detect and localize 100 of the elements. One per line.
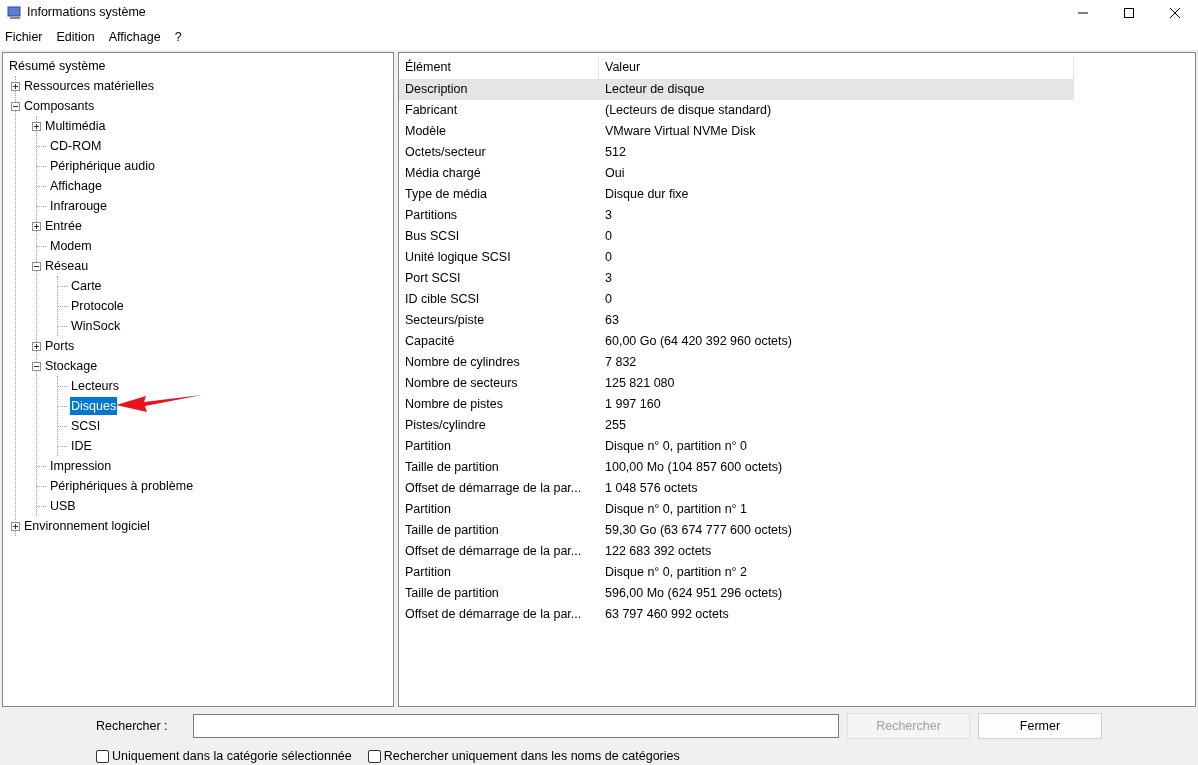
table-cell-text: Disque n° 0, partition n° 0 [604, 438, 749, 456]
table-cell-text: Port SCSI [404, 270, 462, 288]
tree-item[interactable]: Protocole [70, 296, 125, 316]
table-cell-text: 1 997 160 [604, 396, 662, 414]
table-row[interactable]: Type de média Disque dur fixe [399, 184, 1074, 205]
table-row[interactable]: Média chargé Oui [399, 163, 1074, 184]
table-cell-text: 7 832 [604, 354, 638, 372]
table-row[interactable]: Offset de démarrage de la par... 63 797 460 992 octets [399, 604, 1074, 625]
table-cell-text: 3 [604, 270, 613, 288]
table-cell-text: Unité logique SCSI [404, 249, 512, 267]
table-row[interactable]: Modèle VMware Virtual NVMe Disk [399, 121, 1074, 142]
tree-item[interactable]: USB [49, 496, 77, 516]
table-cell-text: 100,00 Mo (104 857 600 octets) [604, 459, 784, 477]
tree-item[interactable]: Infrarouge [49, 196, 108, 216]
maximize-icon[interactable] [1124, 7, 1134, 18]
expand-icon[interactable] [32, 341, 41, 351]
table-row[interactable]: Taille de partition 59,30 Go (63 674 777 600 octets) [399, 520, 1074, 541]
expand-icon[interactable] [11, 521, 20, 531]
table-row[interactable]: Taille de partition 596,00 Mo (624 951 296 octets) [399, 583, 1074, 604]
expand-icon[interactable] [11, 81, 20, 91]
table-row[interactable]: Octets/secteur 512 [399, 142, 1074, 163]
table-row[interactable]: Offset de démarrage de la par... 1 048 576 octets [399, 478, 1074, 499]
table-cell-text: 0 [604, 291, 613, 309]
table-cell-text: Lecteur de disque [604, 81, 706, 99]
table-cell-text: 63 [604, 312, 620, 330]
table-row[interactable]: Fabricant (Lecteurs de disque standard) [399, 100, 1074, 121]
tree-item[interactable]: Entrée [44, 216, 83, 236]
table-row[interactable]: ID cible SCSI 0 [399, 289, 1074, 310]
table-cell-text: Nombre de cylindres [404, 354, 521, 372]
checkbox[interactable] [96, 749, 109, 763]
close-icon[interactable] [1170, 7, 1180, 18]
table-cell-text: 60,00 Go (64 420 392 960 octets) [604, 333, 793, 351]
checkbox-label[interactable]: Uniquement dans la catégorie sélectionnée [112, 747, 352, 765]
close-button[interactable]: Fermer [978, 713, 1102, 739]
expand-icon[interactable] [32, 221, 41, 231]
table-row[interactable]: Offset de démarrage de la par... 122 683 392 octets [399, 541, 1074, 562]
search-field[interactable] [193, 714, 839, 738]
expand-icon[interactable] [32, 121, 41, 131]
tree-item[interactable]: Périphérique audio [49, 156, 156, 176]
tree-item[interactable]: Réseau [44, 256, 90, 276]
table-row[interactable]: Partition Disque n° 0, partition n° 0 [399, 436, 1074, 457]
table-cell-text: 1 048 576 octets [604, 480, 699, 498]
menu-item[interactable]: Edition [56, 28, 95, 47]
tree-item[interactable]: Stockage [44, 356, 99, 376]
tree-item[interactable]: Disques [70, 396, 118, 416]
tree-item[interactable]: WinSock [70, 316, 122, 336]
menu-item[interactable]: ? [174, 28, 182, 47]
table-row[interactable]: Secteurs/piste 63 [399, 310, 1074, 331]
table-cell-text: 3 [604, 207, 613, 225]
table-cell-text: Description [404, 81, 469, 99]
tree-item[interactable]: Résumé système [8, 56, 107, 76]
table-row[interactable]: Taille de partition 100,00 Mo (104 857 600 octets) [399, 457, 1074, 478]
table-row[interactable]: Capacité 60,00 Go (64 420 392 960 octets) [399, 331, 1074, 352]
table-cell-text: Modèle [404, 123, 447, 141]
table-cell-text: Bus SCSI [404, 228, 461, 246]
table-row[interactable]: Nombre de secteurs 125 821 080 [399, 373, 1074, 394]
tree-item[interactable]: Ressources matérielles [23, 76, 155, 96]
table-row[interactable]: Partition Disque n° 0, partition n° 1 [399, 499, 1074, 520]
tree-item[interactable]: Composants [23, 96, 96, 116]
tree-item[interactable]: Ports [44, 336, 76, 356]
checkbox[interactable] [367, 749, 381, 763]
table-row[interactable]: Partition Disque n° 0, partition n° 2 [399, 562, 1074, 583]
table-cell-text: Offset de démarrage de la par... [404, 606, 583, 624]
tree-item[interactable]: Affichage [49, 176, 103, 196]
app-icon [7, 5, 22, 20]
collapse-icon[interactable] [32, 361, 41, 371]
table-row[interactable]: Description Lecteur de disque [399, 79, 1074, 100]
window-title: Informations système [27, 4, 146, 22]
collapse-icon[interactable] [32, 261, 41, 271]
table-cell-text: Fabricant [404, 102, 459, 120]
tree-item[interactable]: Multimédia [44, 116, 107, 136]
tree-item[interactable]: Carte [70, 276, 103, 296]
table-cell-text: 255 [604, 417, 627, 435]
tree-item[interactable]: Périphériques à problème [49, 476, 195, 496]
collapse-icon[interactable] [11, 101, 20, 111]
table-cell-text: Partition [404, 564, 452, 582]
table-row[interactable]: Nombre de pistes 1 997 160 [399, 394, 1074, 415]
table-cell-text: 125 821 080 [604, 375, 676, 393]
tree-item[interactable]: IDE [70, 436, 93, 456]
tree-item[interactable]: CD-ROM [49, 136, 103, 156]
tree-item[interactable]: Impression [49, 456, 113, 476]
tree-item[interactable]: Lecteurs [70, 376, 120, 396]
table-row[interactable]: Nombre de cylindres 7 832 [399, 352, 1074, 373]
tree-item[interactable]: SCSI [70, 416, 102, 436]
table-cell-text: Type de média [404, 186, 488, 204]
checkbox-label[interactable]: Rechercher uniquement dans les noms de catégories [383, 747, 680, 765]
search-label: Rechercher : [96, 717, 169, 735]
table-row[interactable]: Unité logique SCSI 0 [399, 247, 1074, 268]
table-cell-text: Offset de démarrage de la par... [404, 480, 583, 498]
table-row[interactable]: Pistes/cylindre 255 [399, 415, 1074, 436]
table-row[interactable]: Partitions 3 [399, 205, 1074, 226]
table-row[interactable]: Port SCSI 3 [399, 268, 1074, 289]
tree-item[interactable]: Environnement logiciel [23, 516, 151, 536]
table-cell-text: Nombre de pistes [404, 396, 504, 414]
table-cell-text: Nombre de secteurs [404, 375, 519, 393]
menu-item[interactable]: Fichier [5, 28, 43, 47]
tree-item[interactable]: Modem [49, 236, 93, 256]
menu-item[interactable]: Affichage [108, 28, 161, 47]
table-row[interactable]: Bus SCSI 0 [399, 226, 1074, 247]
table-cell-text: Disque n° 0, partition n° 1 [604, 501, 749, 519]
